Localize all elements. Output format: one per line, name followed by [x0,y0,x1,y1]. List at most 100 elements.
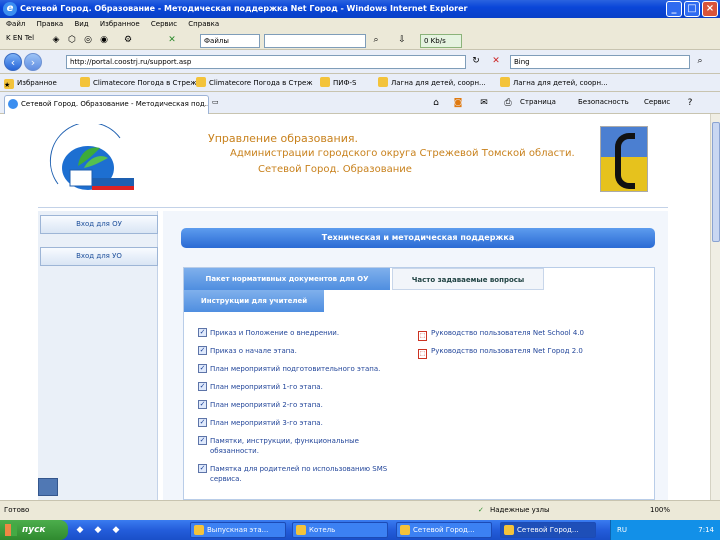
ie-icon [400,525,410,535]
scroll-top-button[interactable] [38,478,58,496]
window-controls: _ □ × [666,1,718,17]
address-toolbar: ‹ › http://portal.coostrj.ru/support.asp… [0,50,720,74]
feeds-icon[interactable]: ◙ [452,97,464,109]
quicklaunch-icon-3[interactable]: ◆ [110,524,122,536]
doc-item[interactable]: ✓ План мероприятий 2-го этапа. [198,400,408,410]
close-button[interactable]: × [702,1,718,17]
ie-icon [504,525,514,535]
status-bar: Готово ✓ Надежные узлы 100% [0,500,720,520]
stop-icon[interactable]: ✕ [490,55,502,67]
tab-title: Сетевой Город. Образование - Методическа… [21,100,209,108]
favorite-item-2[interactable]: Climatecore Погода в Стреж [196,77,313,89]
favorite-item-5[interactable]: Лагна для детей, соорн... [500,77,608,89]
checkbox-icon: ✓ [198,346,207,355]
page-icon [500,77,510,87]
security-zone[interactable]: Надежные узлы [490,501,550,520]
command-security[interactable]: Безопасность [578,96,629,108]
doc-item[interactable]: ✓ Памятки, инструкции, функциональные обя… [198,436,398,456]
search-icon[interactable]: ⌕ [370,34,382,46]
task-button-3[interactable]: Сетевой Город... [396,522,492,538]
new-tab-icon[interactable]: ▭ [212,96,219,108]
zoom-level[interactable]: 100% [650,501,670,520]
tab-faq[interactable]: Часто задаваемые вопросы [392,268,544,290]
checkbox-icon: ✓ [198,418,207,427]
doc-item[interactable]: ✓ Приказ о начале этапа. [198,346,408,356]
window-title: Сетевой Город. Образование - Методическа… [20,4,468,13]
toolbar-icon-5[interactable]: ⚙ [122,34,134,46]
doc-item[interactable]: ✓ Приказ и Положение о внедрении. [198,328,408,338]
login-ou-button[interactable]: Вход для ОУ [40,215,158,234]
windows-flag-icon [5,524,17,536]
favorite-item-3[interactable]: ПИФ-S [320,77,357,89]
menu-view[interactable]: Вид [74,20,88,28]
doc-item[interactable]: ✓ Памятка для родителей по использованию … [198,464,398,484]
language-indicator[interactable]: RU [617,526,627,534]
window-titlebar[interactable]: e Сетевой Город. Образование - Методичес… [0,0,720,18]
login-uo-button[interactable]: Вход для УО [40,247,158,266]
scrollbar-thumb[interactable] [712,122,720,242]
print-icon[interactable]: ⎙ [502,97,514,109]
menu-help[interactable]: Справка [188,20,219,28]
toolbar-icon-6[interactable]: ✕ [166,34,178,46]
help-icon[interactable]: ? [684,97,696,109]
tab-normative-docs[interactable]: Пакет нормативных документов для ОУ [184,268,390,290]
task-button-2[interactable]: Котель [292,522,388,538]
main-panel: Техническая и методическая поддержка Пак… [163,211,668,500]
back-button[interactable]: ‹ [4,53,22,71]
tab-teacher-instructions[interactable]: Инструкции для учителей [184,290,324,312]
content-tabs: Пакет нормативных документов для ОУ Част… [183,267,655,500]
favorite-item-1[interactable]: Climatecore Погода в Стреж [80,77,197,89]
bing-search-text: Bing [514,58,530,66]
menu-tools[interactable]: Сервис [151,20,177,28]
refresh-icon[interactable]: ↻ [470,55,482,67]
ie-icon: e [3,2,17,16]
menu-edit[interactable]: Правка [37,20,64,28]
search-go-icon[interactable]: ⌕ [694,55,706,67]
toolbar-icon-4[interactable]: ◉ [98,34,110,46]
bing-search-input[interactable]: Bing [510,55,690,69]
mail-icon[interactable]: ✉ [478,97,490,109]
quicklaunch-icon-1[interactable]: ◆ [74,524,86,536]
page-icon [378,77,388,87]
checkbox-icon: ✓ [198,400,207,409]
status-text: Готово [4,506,30,514]
address-input[interactable]: http://portal.coostrj.ru/support.asp [66,55,466,69]
browser-tab[interactable]: Сетевой Город. Образование - Методическа… [4,95,209,114]
clock[interactable]: 7:14 [698,520,714,540]
doc-item[interactable]: ✓ План мероприятий 1-го этапа. [198,382,408,392]
doc-item[interactable]: ✓ План мероприятий 3-го этапа. [198,418,408,428]
start-button[interactable]: пуск [0,520,68,540]
manual-link[interactable]: ⬚ Руководство пользователя Net Город 2.0 [418,346,583,359]
site-header: Управление образования. Администрации го… [38,114,668,208]
task-button-4[interactable]: Сетевой Город... [500,522,596,538]
command-tools[interactable]: Сервис [644,96,670,108]
favorites-button[interactable]: ★ Избранное [4,77,57,89]
files-dropdown[interactable]: Файлы [200,34,260,48]
checkbox-icon: ✓ [198,464,207,473]
menu-favorites[interactable]: Избранное [100,20,140,28]
toolbar-icon-1[interactable]: ◈ [50,34,62,46]
home-icon[interactable]: ⌂ [430,97,442,109]
toolbar-search-input[interactable] [264,34,366,48]
task-button-1[interactable]: Выпускная эта... [190,522,286,538]
download-icon[interactable]: ⇩ [396,34,408,46]
vertical-scrollbar[interactable] [710,114,720,500]
manual-link[interactable]: ⬚ Руководство пользователя Net School 4.0 [418,328,584,341]
header-line-2: Администрации городского округа Стрежево… [230,148,575,159]
quicklaunch-icon-2[interactable]: ◆ [92,524,104,536]
forward-button[interactable]: › [24,53,42,71]
star-icon: ★ [4,79,14,89]
page-icon [196,77,206,87]
addon-toolbar: K EN Tel ◈ ⬡ ◎ ◉ ⚙ ✕ Файлы ⌕ ⇩ 0 Kb/s [0,31,720,50]
tab-favicon [8,99,18,109]
toolbar-icon-3[interactable]: ◎ [82,34,94,46]
command-page[interactable]: Страница [520,96,556,108]
pdf-icon: ⬚ [418,331,427,341]
doc-item[interactable]: ✓ План мероприятий подготовительного этап… [198,364,408,374]
toolbar-icon-2[interactable]: ⬡ [66,34,78,46]
toolbar-left-label[interactable]: K EN Tel [6,34,34,42]
menu-file[interactable]: Файл [6,20,25,28]
maximize-button[interactable]: □ [684,1,700,17]
minimize-button[interactable]: _ [666,1,682,17]
favorite-item-4[interactable]: Лагна для детей, соорн... [378,77,486,89]
